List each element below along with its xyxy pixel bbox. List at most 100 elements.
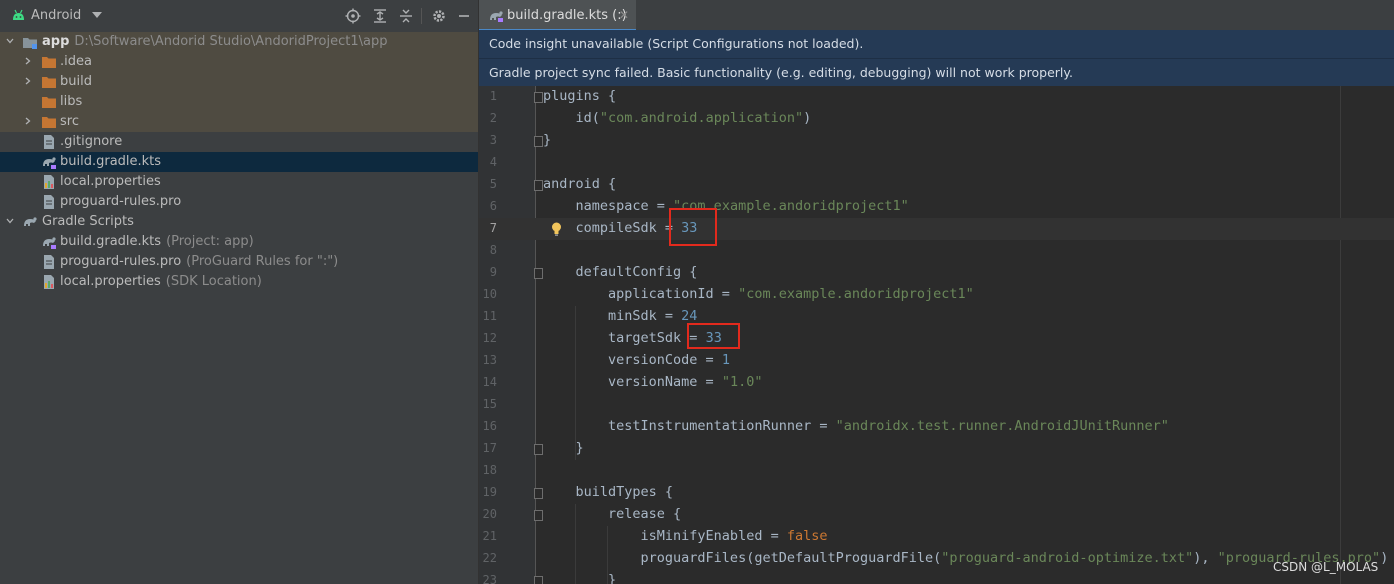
- line-number: 19: [482, 485, 497, 499]
- code-line[interactable]: 23 }: [479, 570, 1394, 584]
- file-icon: [44, 255, 54, 269]
- chevron-right-icon[interactable]: [24, 117, 32, 125]
- code-text: versionCode = 1: [543, 352, 730, 368]
- tree-item-project-build-gradle[interactable]: build.gradle.kts (Project: app): [0, 232, 478, 252]
- fold-marker-icon[interactable]: [534, 510, 543, 521]
- line-number: 22: [482, 551, 497, 565]
- tree-item-label: proguard-rules.pro: [60, 194, 182, 209]
- line-number: 21: [482, 529, 497, 543]
- tree-item-build[interactable]: build: [0, 72, 478, 92]
- code-line[interactable]: 12 targetSdk = 33: [479, 328, 1394, 350]
- code-text: testInstrumentationRunner = "androidx.te…: [543, 418, 1169, 434]
- chevron-down-icon[interactable]: [92, 12, 102, 18]
- module-folder-icon: [23, 38, 37, 49]
- code-line[interactable]: 17 }: [479, 438, 1394, 460]
- line-number: 23: [482, 573, 497, 584]
- line-number: 20: [482, 507, 497, 521]
- fold-marker-icon[interactable]: [534, 576, 543, 584]
- code-line[interactable]: 14 versionName = "1.0": [479, 372, 1394, 394]
- fold-marker-icon[interactable]: [534, 488, 543, 499]
- close-icon[interactable]: ✕: [619, 8, 629, 22]
- properties-icon: [44, 175, 54, 189]
- tree-item-label: local.properties: [60, 274, 161, 289]
- line-number: 7: [489, 221, 497, 235]
- tree-item-libs[interactable]: libs: [0, 92, 478, 112]
- project-panel-header: Android: [0, 0, 478, 33]
- code-text: applicationId = "com.example.andoridproj…: [543, 286, 974, 302]
- tree-item-build-gradle[interactable]: build.gradle.kts: [0, 152, 478, 172]
- line-number: 2: [489, 111, 497, 125]
- tree-item-app[interactable]: app D:\Software\Andorid Studio\AndoridPro…: [0, 32, 478, 52]
- code-text: buildTypes {: [543, 484, 674, 500]
- tree-item-scripts-proguard[interactable]: proguard-rules.pro (ProGuard Rules for ":…: [0, 252, 478, 272]
- code-line[interactable]: 20 release {: [479, 504, 1394, 526]
- code-text: minSdk = 24: [543, 308, 698, 324]
- code-line[interactable]: 1 plugins {: [479, 86, 1394, 108]
- line-number: 12: [482, 331, 497, 345]
- code-text: android {: [543, 176, 617, 192]
- tree-item-proguard-rules[interactable]: proguard-rules.pro: [0, 192, 478, 212]
- tree-item-gitignore[interactable]: .gitignore: [0, 132, 478, 152]
- gradle-icon: [490, 11, 503, 22]
- code-line[interactable]: 2 id("com.android.application"): [479, 108, 1394, 130]
- code-line[interactable]: 11 minSdk = 24: [479, 306, 1394, 328]
- chevron-down-icon[interactable]: [6, 37, 14, 45]
- chevron-right-icon[interactable]: [24, 57, 32, 65]
- code-line[interactable]: 22 proguardFiles(getDefaultProguardFile(…: [479, 548, 1394, 570]
- tree-item-label: .gitignore: [60, 134, 123, 149]
- code-line[interactable]: 18: [479, 460, 1394, 482]
- fold-marker-icon[interactable]: [534, 180, 543, 191]
- tree-item-path: D:\Software\Andorid Studio\AndoridProjec…: [74, 34, 388, 49]
- chevron-right-icon[interactable]: [24, 77, 32, 85]
- folder-icon: [42, 77, 56, 88]
- code-line[interactable]: 5 android {: [479, 174, 1394, 196]
- code-line[interactable]: 19 buildTypes {: [479, 482, 1394, 504]
- tab-label: build.gradle.kts (:): [507, 8, 627, 23]
- tree-item-label: .idea: [60, 54, 92, 69]
- line-number: 16: [482, 419, 497, 433]
- locate-icon[interactable]: [345, 8, 361, 24]
- code-line[interactable]: 15: [479, 394, 1394, 416]
- code-line[interactable]: 16 testInstrumentationRunner = "androidx…: [479, 416, 1394, 438]
- fold-marker-icon[interactable]: [534, 136, 543, 147]
- code-line[interactable]: 6 namespace = "com.example.andoridprojec…: [479, 196, 1394, 218]
- tree-item-gradle-scripts[interactable]: Gradle Scripts: [0, 212, 478, 232]
- tree-item-idea[interactable]: .idea: [0, 52, 478, 72]
- tree-item-label: local.properties: [60, 174, 161, 189]
- fold-marker-icon[interactable]: [534, 268, 543, 279]
- collapse-all-icon[interactable]: [398, 8, 414, 24]
- code-editor[interactable]: 1 plugins {2 id("com.android.application"…: [479, 86, 1394, 584]
- code-line[interactable]: 3}: [479, 130, 1394, 152]
- line-number: 11: [482, 309, 497, 323]
- code-text: release {: [543, 506, 682, 522]
- tree-item-label: proguard-rules.pro: [60, 254, 182, 269]
- code-line[interactable]: 21 isMinifyEnabled = false: [479, 526, 1394, 548]
- gear-icon[interactable]: [431, 8, 447, 24]
- code-line[interactable]: 8: [479, 240, 1394, 262]
- tree-item-src[interactable]: src: [0, 112, 478, 132]
- code-line[interactable]: 13 versionCode = 1: [479, 350, 1394, 372]
- tree-item-local-properties[interactable]: local.properties: [0, 172, 478, 192]
- file-icon: [44, 135, 54, 149]
- chevron-down-icon[interactable]: [6, 217, 14, 225]
- file-icon: [44, 195, 54, 209]
- expand-all-icon[interactable]: [372, 8, 388, 24]
- fold-marker-icon[interactable]: [534, 92, 543, 103]
- tree-item-hint: (SDK Location): [165, 274, 262, 289]
- code-text: id("com.android.application"): [543, 110, 812, 126]
- minimize-icon[interactable]: [456, 8, 472, 24]
- line-number: 13: [482, 353, 497, 367]
- fold-marker-icon[interactable]: [534, 444, 543, 455]
- line-number: 18: [482, 463, 497, 477]
- gradle-icon: [43, 157, 56, 169]
- tab-build-gradle[interactable]: build.gradle.kts (:) ✕: [479, 0, 636, 32]
- tree-item-scripts-local-properties[interactable]: local.properties (SDK Location): [0, 272, 478, 292]
- editor-tab-bar: build.gradle.kts (:) ✕: [479, 0, 1394, 33]
- tree-item-label: src: [60, 114, 79, 129]
- project-view-selector[interactable]: Android: [31, 8, 81, 23]
- code-line[interactable]: 9 defaultConfig {: [479, 262, 1394, 284]
- code-line[interactable]: 4: [479, 152, 1394, 174]
- code-line[interactable]: 7 compileSdk = 33: [479, 218, 1394, 240]
- code-line[interactable]: 10 applicationId = "com.example.andoridp…: [479, 284, 1394, 306]
- tree-item-label: app: [42, 34, 70, 49]
